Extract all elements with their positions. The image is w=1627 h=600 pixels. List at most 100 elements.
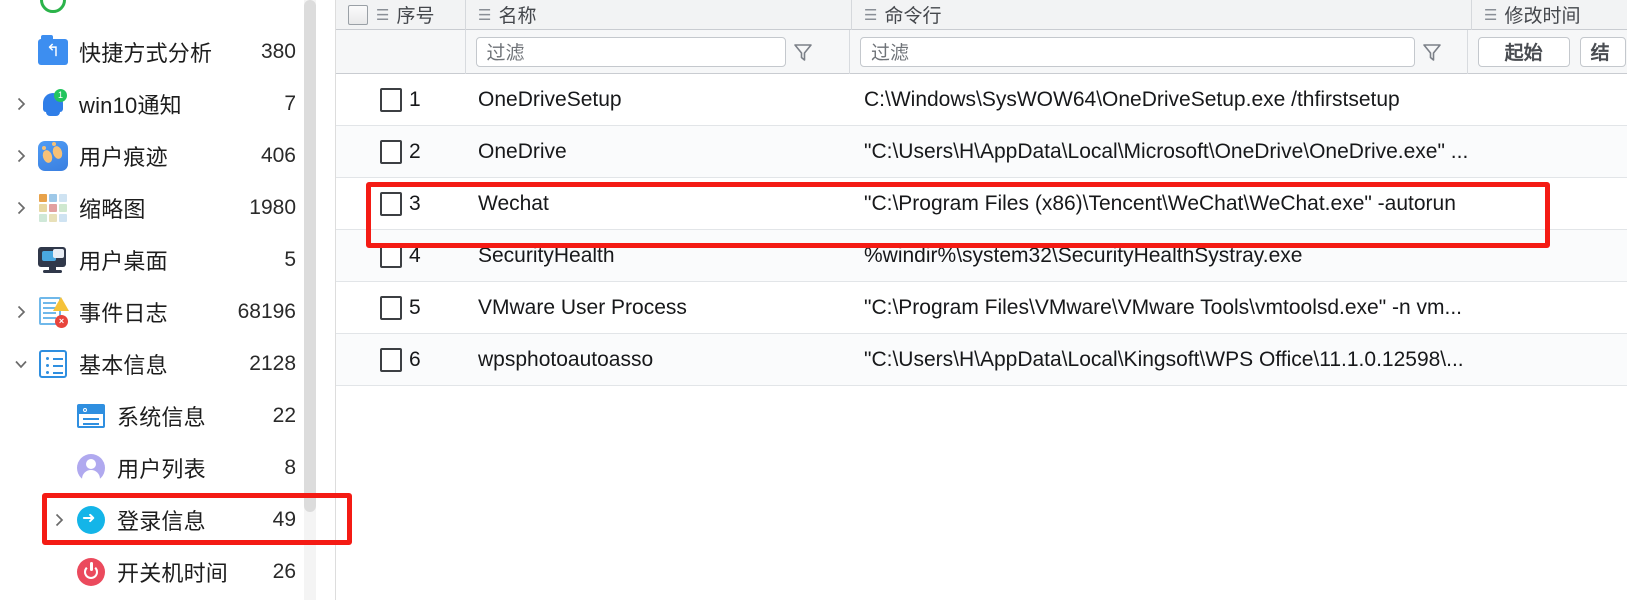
chevron-right-icon bbox=[6, 251, 36, 269]
table-row[interactable]: 6 wpsphotoautoasso "C:\Users\H\AppData\Loc… bbox=[336, 334, 1627, 386]
sidebar-item-11[interactable]: 开关机时间 26 bbox=[0, 546, 316, 598]
table-filter-row[interactable]: 过滤 过滤 起始 结 bbox=[336, 29, 1627, 74]
chevron-right-icon[interactable] bbox=[44, 511, 74, 529]
cell-mtime bbox=[1472, 282, 1627, 334]
notification-bell-icon: 1 bbox=[36, 87, 70, 121]
app-window: 快捷方式分析3801win10通知7用户痕迹406缩略图1980用户桌面5×事件… bbox=[0, 0, 1627, 600]
cell-name: SecurityHealth bbox=[478, 243, 615, 267]
sidebar-item-10[interactable]: 登录信息49 bbox=[0, 494, 316, 546]
cell-mtime bbox=[1472, 230, 1627, 282]
cell-cmdline: C:\Windows\SysWOW64\OneDriveSetup.exe /t… bbox=[864, 87, 1400, 111]
chevron-right-icon[interactable] bbox=[6, 95, 36, 113]
row-index-label: 1 bbox=[409, 87, 421, 111]
cell-index: 2 bbox=[336, 126, 466, 178]
row-checkbox[interactable] bbox=[380, 295, 402, 320]
monitor-icon bbox=[36, 243, 70, 277]
system-info-icon bbox=[74, 399, 108, 433]
sidebar-scrollbar-thumb[interactable] bbox=[304, 0, 316, 512]
sidebar-tree-panel[interactable]: 快捷方式分析3801win10通知7用户痕迹406缩略图1980用户桌面5×事件… bbox=[0, 0, 336, 600]
cell-name: Wechat bbox=[478, 191, 549, 215]
table-row[interactable]: 3 Wechat "C:\Program Files (x86)\Tencent\W… bbox=[336, 178, 1627, 230]
sidebar-item-9[interactable]: 用户列表 8 bbox=[0, 442, 316, 494]
sidebar-item-label: 基本信息 bbox=[79, 353, 168, 378]
row-checkbox[interactable] bbox=[380, 347, 402, 372]
table-row[interactable]: 1 OneDriveSetup C:\Windows\SysWOW64\OneDri… bbox=[336, 74, 1627, 126]
filter-input-name[interactable]: 过滤 bbox=[475, 36, 786, 67]
sidebar-item-7[interactable]: 基本信息 2128 bbox=[0, 338, 316, 390]
chevron-right-icon[interactable] bbox=[6, 303, 36, 321]
column-menu-icon[interactable]: ☰ bbox=[1484, 6, 1497, 24]
sidebar-item-5[interactable]: 用户桌面 5 bbox=[0, 234, 316, 286]
filter-input-mtime-end[interactable]: 结 bbox=[1579, 36, 1626, 67]
sidebar-item-label: 快捷方式分析 bbox=[79, 41, 213, 66]
sidebar-item-label: 缩略图 bbox=[79, 197, 146, 222]
row-index-label: 2 bbox=[409, 139, 421, 163]
column-menu-icon[interactable]: ☰ bbox=[864, 6, 877, 24]
cell-index: 5 bbox=[336, 282, 466, 334]
filter-cell-mtime[interactable]: 起始 结 bbox=[1468, 30, 1627, 74]
sidebar-item-label: 用户桌面 bbox=[79, 249, 168, 274]
row-checkbox[interactable] bbox=[380, 243, 402, 268]
chevron-right-icon[interactable] bbox=[6, 199, 36, 217]
event-log-icon: × bbox=[36, 295, 70, 329]
cell-mtime bbox=[1472, 334, 1627, 386]
column-header-cmdline[interactable]: ☰ 命令行 bbox=[852, 0, 1472, 30]
column-menu-icon[interactable]: ☰ bbox=[478, 6, 491, 24]
column-header-cmdline-label: 命令行 bbox=[884, 6, 942, 27]
cell-mtime bbox=[1472, 178, 1627, 230]
row-index-label: 3 bbox=[409, 191, 421, 215]
sidebar-item-3[interactable]: 用户痕迹 406 bbox=[0, 130, 316, 182]
info-list-icon bbox=[36, 347, 70, 381]
cell-cmdline: "C:\Users\H\AppData\Local\Kingsoft\WPS O… bbox=[864, 347, 1464, 371]
table-row[interactable]: 4 SecurityHealth %windir%\system32\Securit… bbox=[336, 230, 1627, 282]
sidebar-item-label: 用户列表 bbox=[117, 457, 206, 482]
table-header: ☰ 序号 ☰ 名称 ☰ 命令行 ☰ 修改时间 bbox=[336, 0, 1627, 30]
chevron-right-icon bbox=[6, 0, 36, 9]
user-icon bbox=[74, 451, 108, 485]
cell-index: 1 bbox=[336, 74, 466, 126]
chevron-right-icon[interactable] bbox=[6, 147, 36, 165]
row-checkbox[interactable] bbox=[380, 191, 402, 216]
cell-index: 4 bbox=[336, 230, 466, 282]
chevron-right-icon bbox=[44, 459, 74, 477]
footprints-icon bbox=[36, 139, 70, 173]
sidebar-item-0[interactable] bbox=[0, 0, 316, 26]
row-index-label: 5 bbox=[409, 295, 421, 319]
filter-cell-cmdline[interactable]: 过滤 bbox=[850, 29, 1468, 74]
table-row[interactable]: 2 OneDrive "C:\Users\H\AppData\Local\Micro… bbox=[336, 126, 1627, 178]
chevron-right-icon bbox=[44, 563, 74, 581]
table-row[interactable]: 5 VMware User Process "C:\Program Files\VM… bbox=[336, 282, 1627, 334]
column-header-mtime[interactable]: ☰ 修改时间 bbox=[1472, 0, 1627, 30]
sidebar-item-2[interactable]: 1 win10通知 7 bbox=[0, 78, 316, 130]
filter-cell-name[interactable]: 过滤 bbox=[466, 29, 851, 74]
cell-mtime bbox=[1472, 126, 1627, 178]
column-header-index[interactable]: ☰ 序号 bbox=[336, 0, 466, 30]
column-header-name[interactable]: ☰ 名称 bbox=[466, 0, 852, 30]
row-checkbox[interactable] bbox=[380, 87, 402, 112]
funnel-filter-icon[interactable] bbox=[786, 42, 820, 62]
sidebar-item-8[interactable]: 系统信息 22 bbox=[0, 390, 316, 442]
filter-cell-index bbox=[336, 29, 466, 74]
cell-name: VMware User Process bbox=[478, 295, 687, 319]
column-menu-icon[interactable]: ☰ bbox=[376, 6, 389, 24]
column-header-name-label: 名称 bbox=[498, 6, 537, 27]
select-all-checkbox[interactable] bbox=[348, 4, 368, 25]
cell-name: OneDriveSetup bbox=[478, 87, 622, 111]
green-ring-icon bbox=[36, 0, 70, 17]
sidebar-item-label: 登录信息 bbox=[117, 509, 206, 534]
sidebar-item-label: win10通知 bbox=[79, 93, 182, 118]
cell-index: 6 bbox=[336, 334, 466, 386]
sidebar-item-4[interactable]: 缩略图 1980 bbox=[0, 182, 316, 234]
sidebar-item-label: 系统信息 bbox=[117, 405, 206, 430]
sidebar-item-1[interactable]: 快捷方式分析380 bbox=[0, 26, 316, 78]
filter-input-cmdline[interactable]: 过滤 bbox=[860, 36, 1416, 67]
sidebar-tree[interactable]: 快捷方式分析3801win10通知7用户痕迹406缩略图1980用户桌面5×事件… bbox=[0, 0, 316, 600]
table-panel: ☰ 序号 ☰ 名称 ☰ 命令行 ☰ 修改时间 过滤 过滤 起始 结 1 OneD… bbox=[336, 0, 1627, 600]
filter-input-mtime-start[interactable]: 起始 bbox=[1477, 36, 1570, 67]
funnel-filter-icon[interactable] bbox=[1415, 42, 1449, 62]
column-header-mtime-label: 修改时间 bbox=[1504, 6, 1581, 27]
chevron-down-icon[interactable] bbox=[6, 355, 36, 373]
shortcut-folder-icon bbox=[36, 35, 70, 69]
row-checkbox[interactable] bbox=[380, 139, 402, 164]
sidebar-item-6[interactable]: × 事件日志 68196 bbox=[0, 286, 316, 338]
